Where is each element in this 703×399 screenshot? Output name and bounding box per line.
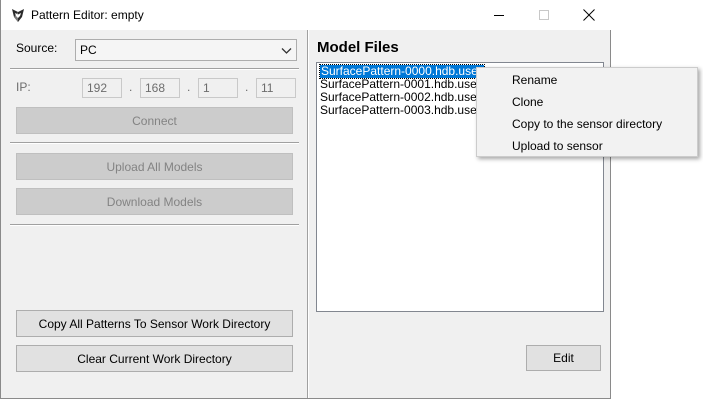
menu-item-label: Rename <box>512 73 558 87</box>
menu-item-clone[interactable]: Clone <box>478 91 697 113</box>
ip-label: IP: <box>16 80 31 94</box>
maximize-icon <box>539 10 549 20</box>
separator <box>10 224 299 226</box>
context-menu: Rename Clone Copy to the sensor director… <box>476 67 698 157</box>
download-models-button[interactable]: Download Models <box>16 188 293 215</box>
close-button[interactable] <box>566 0 612 30</box>
maximize-button[interactable] <box>521 0 567 30</box>
source-select[interactable]: PC <box>75 39 297 61</box>
list-item[interactable]: SurfacePattern-0003.hdb.user <box>320 104 481 117</box>
source-label: Source: <box>16 41 58 55</box>
connection-panel: Source: PC IP: 192 . 168 . 1 . 11 Connec… <box>0 30 307 398</box>
edit-button[interactable]: Edit <box>526 345 601 371</box>
ip-octet-4[interactable]: 11 <box>256 78 296 98</box>
window-title: Pattern Editor: empty <box>31 8 144 22</box>
ip-dot: . <box>187 80 191 94</box>
separator <box>10 142 299 144</box>
chevron-down-icon <box>281 48 292 54</box>
upload-all-models-button[interactable]: Upload All Models <box>16 153 293 180</box>
copy-all-patterns-button[interactable]: Copy All Patterns To Sensor Work Directo… <box>16 310 293 337</box>
ip-octet-1[interactable]: 192 <box>82 78 122 98</box>
ip-dot: . <box>245 80 249 94</box>
model-files-title: Model Files <box>317 39 399 56</box>
menu-item-label: Upload to sensor <box>512 139 603 153</box>
source-select-value: PC <box>80 43 97 57</box>
ip-octet-3[interactable]: 1 <box>198 78 238 98</box>
menu-item-upload-to-sensor[interactable]: Upload to sensor <box>478 135 697 157</box>
connect-button[interactable]: Connect <box>16 107 293 134</box>
ip-octet-2[interactable]: 168 <box>140 78 180 98</box>
title-bar[interactable]: Pattern Editor: empty <box>1 0 612 30</box>
menu-item-label: Clone <box>512 95 544 109</box>
menu-item-label: Copy to the sensor directory <box>512 117 663 131</box>
separator <box>10 68 299 70</box>
ip-dot: . <box>129 80 133 94</box>
minimize-button[interactable] <box>476 0 522 30</box>
menu-item-copy-to-sensor-directory[interactable]: Copy to the sensor directory <box>478 113 697 135</box>
app-icon <box>12 9 24 22</box>
clear-work-directory-button[interactable]: Clear Current Work Directory <box>16 345 293 372</box>
minimize-icon <box>494 15 504 16</box>
menu-item-rename[interactable]: Rename <box>478 69 697 91</box>
close-icon <box>583 9 595 21</box>
